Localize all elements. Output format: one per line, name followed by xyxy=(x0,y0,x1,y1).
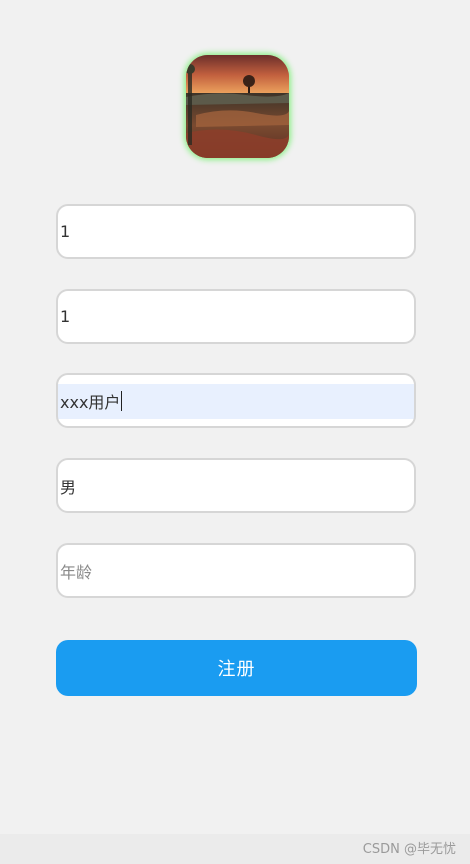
password-value: 1 xyxy=(60,307,71,326)
register-button-label: 注册 xyxy=(217,659,256,680)
avatar[interactable] xyxy=(186,55,289,158)
age-placeholder: 年龄 xyxy=(60,562,93,582)
watermark: CSDN @毕无忧 xyxy=(362,842,456,857)
age-field[interactable]: 年龄 xyxy=(56,543,416,598)
gender-field[interactable]: 男 xyxy=(56,458,416,513)
username-value: xxx用户 xyxy=(60,392,121,412)
text-caret xyxy=(121,390,123,411)
account-value: 1 xyxy=(60,222,71,241)
account-field[interactable]: 1 xyxy=(56,204,416,259)
username-field[interactable]: xxx用户 xyxy=(56,373,416,428)
gender-value: 男 xyxy=(60,477,77,497)
register-button[interactable]: 注册 xyxy=(56,640,417,696)
landscape-avatar-image xyxy=(186,55,289,158)
password-field[interactable]: 1 xyxy=(56,289,416,344)
